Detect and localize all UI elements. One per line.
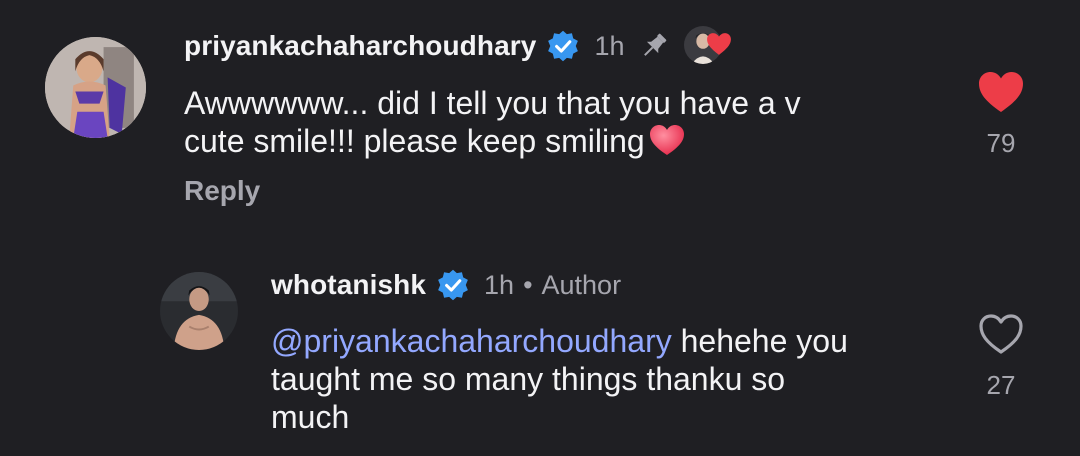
verified-badge-icon — [436, 268, 470, 302]
liked-by-author-indicator — [684, 26, 732, 66]
author-badge: Author — [541, 269, 622, 300]
heart-emoji-icon — [649, 124, 685, 156]
reply-header: whotanishk 1h • Author — [271, 265, 621, 305]
reply-text: @priyankachaharchoudhary hehehe you taug… — [271, 322, 848, 436]
comment-text: Awwwwww... did I tell you that you have … — [184, 84, 801, 160]
reply-time: 1h — [484, 269, 515, 300]
reply-like-column: 27 — [971, 312, 1031, 401]
reply-text-line: hehehe you — [671, 323, 848, 359]
comment-text-line: Awwwwww... did I tell you that you have … — [184, 85, 801, 121]
comment-username[interactable]: priyankachaharchoudhary — [184, 30, 536, 62]
reply-text-line: much — [271, 399, 350, 435]
mention-link[interactable]: @priyankachaharchoudhary — [271, 323, 672, 359]
comments-thread: priyankachaharchoudhary 1h Awwwwww... di… — [0, 0, 1080, 456]
like-count: 79 — [986, 128, 1016, 158]
separator-dot: • — [523, 269, 533, 300]
comment-text-line-with-emoji: cute smile!!! please keep smiling — [184, 122, 801, 160]
comment-time: 1h — [594, 30, 625, 61]
comment-like-column: 79 — [971, 70, 1031, 159]
comment-header: priyankachaharchoudhary 1h — [184, 26, 732, 66]
heart-outline-icon[interactable] — [977, 312, 1025, 356]
reply-text-line-with-mention: @priyankachaharchoudhary hehehe you — [271, 322, 848, 360]
reply-text-line: taught me so many things thanku so — [271, 361, 786, 397]
heart-filled-icon[interactable] — [977, 70, 1025, 114]
reply-button[interactable]: Reply — [184, 175, 260, 207]
comment-text-line: cute smile!!! please keep smiling — [184, 123, 645, 159]
like-count: 27 — [986, 370, 1016, 400]
pin-icon — [638, 30, 670, 62]
heart-filled-icon — [706, 32, 732, 56]
verified-badge-icon — [546, 29, 580, 63]
avatar-whotanishk[interactable] — [160, 272, 238, 350]
reply-username[interactable]: whotanishk — [271, 269, 426, 301]
avatar-priyankachaharchoudhary[interactable] — [45, 37, 146, 138]
